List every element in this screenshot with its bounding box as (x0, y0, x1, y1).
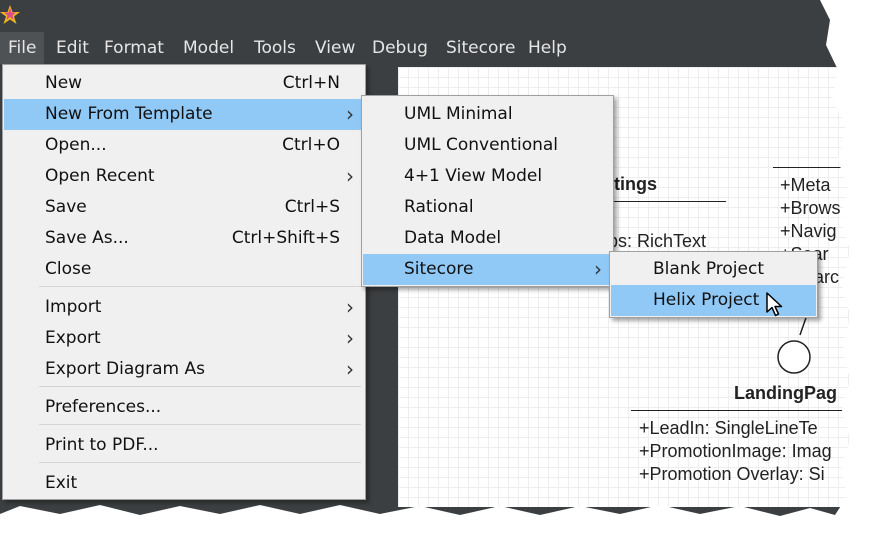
file-menu-item-save-as[interactable]: Save As... Ctrl+Shift+S (4, 223, 364, 254)
class-attribute[interactable]: +Meta (780, 175, 831, 196)
template-menu-item-rational[interactable]: Rational (363, 192, 612, 223)
menu-separator (39, 386, 361, 387)
class-attribute[interactable]: +Brows (780, 198, 841, 219)
menu-file[interactable]: File (0, 32, 45, 64)
menu-item-label: Helix Project (653, 290, 760, 310)
file-menu-item-export[interactable]: Export › (4, 323, 364, 354)
template-menu-item-uml-conventional[interactable]: UML Conventional (363, 130, 612, 161)
class-attribute[interactable]: ps: RichText (608, 231, 706, 252)
menu-sitecore[interactable]: Sitecore (438, 32, 523, 64)
menu-item-label: Sitecore (404, 259, 474, 279)
menu-item-label: Rational (404, 197, 474, 217)
file-menu-item-save[interactable]: Save Ctrl+S (4, 192, 364, 223)
file-menu-item-open[interactable]: Open... Ctrl+O (4, 130, 364, 161)
chevron-right-icon: › (346, 357, 354, 381)
menu-view[interactable]: View (307, 32, 363, 64)
menu-item-label: Save (45, 197, 87, 217)
landing-page-class-title[interactable]: LandingPag (734, 383, 837, 404)
menu-item-label: UML Minimal (404, 104, 513, 124)
menu-format[interactable]: Format (96, 32, 172, 64)
menu-item-shortcut: Ctrl+S (284, 197, 340, 217)
chevron-right-icon: › (346, 295, 354, 319)
menu-edit[interactable]: Edit (48, 32, 97, 64)
menu-item-shortcut: Ctrl+O (282, 135, 340, 155)
template-menu-item-sitecore[interactable]: Sitecore › (363, 254, 612, 285)
file-menu-item-preferences[interactable]: Preferences... (4, 392, 364, 423)
mouse-cursor-icon (766, 292, 783, 317)
menu-item-label: 4+1 View Model (404, 166, 543, 186)
menu-item-label: UML Conventional (404, 135, 559, 155)
menu-separator (39, 462, 361, 463)
title-bar (0, 0, 850, 32)
app-logo-icon (0, 5, 20, 24)
template-menu-item-uml-minimal[interactable]: UML Minimal (363, 99, 612, 130)
file-menu-item-open-recent[interactable]: Open Recent › (4, 161, 364, 192)
file-menu-item-export-diagram-as[interactable]: Export Diagram As › (4, 354, 364, 385)
menu-bar: File Edit Format Model Tools View Debug Sitecor… (0, 32, 850, 64)
file-menu-item-exit[interactable]: Exit (4, 468, 364, 499)
class-attribute[interactable]: +PromotionImage: Imag (639, 441, 832, 462)
class-attribute[interactable]: +Promotion Overlay: Si (639, 464, 825, 485)
menu-item-label: Close (45, 259, 92, 279)
menu-item-shortcut: Ctrl+N (282, 73, 340, 93)
menu-model[interactable]: Model (175, 32, 242, 64)
menu-item-label: Exit (45, 473, 78, 493)
class-attribute[interactable]: +Navig (780, 221, 837, 242)
class-title[interactable]: ttings (608, 174, 657, 195)
new-from-template-submenu: UML Minimal UML Conventional 4+1 View Mode… (361, 95, 614, 287)
menu-item-shortcut: Ctrl+Shift+S (231, 228, 340, 248)
file-menu-item-close[interactable]: Close (4, 254, 364, 285)
chevron-right-icon: › (346, 164, 354, 188)
menu-item-label: Blank Project (653, 259, 764, 279)
class-divider (631, 410, 850, 411)
chevron-right-icon: › (346, 326, 354, 350)
menu-item-label: Open Recent (45, 166, 155, 186)
menu-separator (39, 286, 361, 287)
file-menu: New Ctrl+N New From Template › Open... Ctrl+O… (2, 64, 366, 500)
template-menu-item-4-1-view-model[interactable]: 4+1 View Model (363, 161, 612, 192)
file-menu-item-import[interactable]: Import › (4, 292, 364, 323)
sitecore-menu-item-blank-project[interactable]: Blank Project (611, 254, 816, 285)
chevron-right-icon: › (346, 102, 354, 126)
menu-tools[interactable]: Tools (246, 32, 304, 64)
menu-item-label: Data Model (404, 228, 502, 248)
file-menu-item-new-from-template[interactable]: New From Template › (4, 99, 364, 130)
menu-item-label: Preferences... (45, 397, 162, 417)
menu-separator (39, 424, 361, 425)
menu-item-label: New From Template (45, 104, 213, 124)
menu-item-label: Import (45, 297, 102, 317)
menu-item-label: Save As... (45, 228, 129, 248)
template-menu-item-data-model[interactable]: Data Model (363, 223, 612, 254)
class-divider (773, 167, 850, 168)
menu-item-label: Export Diagram As (45, 359, 205, 379)
sitecore-submenu: Blank Project Helix Project (609, 251, 818, 318)
menu-debug[interactable]: Debug (364, 32, 436, 64)
menu-item-label: Print to PDF... (45, 435, 159, 455)
menu-item-label: Open... (45, 135, 107, 155)
class-attribute[interactable]: +LeadIn: SingleLineTe (639, 418, 818, 439)
menu-item-label: Export (45, 328, 101, 348)
menu-help[interactable]: Help (520, 32, 575, 64)
file-menu-item-new[interactable]: New Ctrl+N (4, 68, 364, 99)
menu-item-label: New (45, 73, 83, 93)
chevron-right-icon: › (594, 257, 602, 281)
file-menu-item-print-to-pdf[interactable]: Print to PDF... (4, 430, 364, 461)
